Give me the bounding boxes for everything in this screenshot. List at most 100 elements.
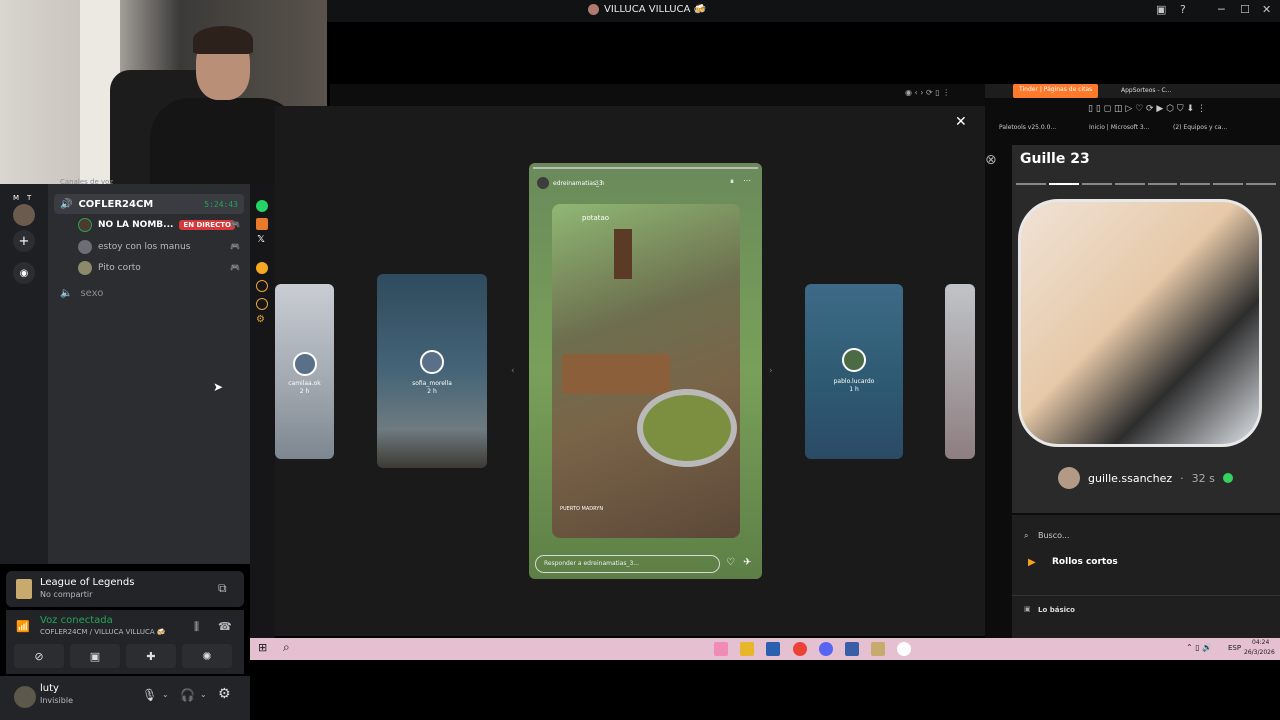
- close-icon[interactable]: ✕: [1262, 3, 1271, 16]
- send-icon[interactable]: ✈: [743, 557, 751, 568]
- member-name: Pito corto: [98, 263, 141, 273]
- prev-arrow-icon[interactable]: ‹: [511, 366, 515, 376]
- discover-icon[interactable]: ◉: [13, 262, 35, 284]
- search-icon[interactable]: ⌕: [283, 640, 290, 655]
- avatar: [78, 218, 92, 232]
- tab-tinder[interactable]: Tinder | Páginas de citas: [1013, 84, 1099, 98]
- window-icon: [588, 4, 599, 15]
- search-label: Busco...: [1038, 531, 1070, 540]
- photo-object: [562, 354, 670, 394]
- close-circle-icon[interactable]: ⊗: [985, 152, 997, 168]
- profile-user[interactable]: guille.ssanchez · 32 s: [1058, 467, 1233, 489]
- rail-letter-t: T: [27, 194, 32, 202]
- more-icon[interactable]: ⋯: [743, 176, 751, 185]
- bookmark-item[interactable]: Paletools v25.0.0...: [999, 124, 1056, 131]
- nav-controls-icon[interactable]: ◉ ‹ › ⟳ ▯ ⋮: [905, 88, 950, 97]
- story-progress-bar: [533, 167, 758, 169]
- voice-panel: 📶 Voz conectada COFLER24CM / VILLUCA VIL…: [6, 610, 244, 674]
- tab-appsorteos[interactable]: AppSorteos - C...: [1121, 87, 1171, 94]
- chevron-down-icon[interactable]: ⌄: [162, 690, 169, 699]
- system-tray-icon[interactable]: ⌃ ▯ 🔊: [1186, 643, 1212, 652]
- close-story-icon[interactable]: ✕: [955, 114, 967, 130]
- heart-icon[interactable]: ♡: [726, 557, 735, 568]
- reels-label[interactable]: Rollos cortos: [1052, 557, 1118, 567]
- section-label: Canales de voz: [60, 178, 114, 186]
- noise-icon[interactable]: ⫼: [194, 620, 199, 634]
- help-icon[interactable]: ?: [1180, 3, 1186, 16]
- voice-channel-active[interactable]: 🔊 COFLER24CM 5:24:43: [54, 194, 244, 214]
- profile-photo: [1018, 199, 1262, 447]
- clock-time[interactable]: 04:24: [1252, 639, 1269, 646]
- member-item[interactable]: Pito corto: [78, 261, 238, 275]
- music-icon[interactable]: [256, 262, 268, 274]
- app-taskbar-icon[interactable]: [845, 642, 859, 656]
- webcam-person-hair: [193, 26, 253, 54]
- bookmark-item[interactable]: (2) Equipos y ca...: [1173, 124, 1227, 131]
- pause-icon[interactable]: ⏸: [730, 177, 734, 187]
- bookmark-item[interactable]: Inicio | Microsoft 3...: [1089, 124, 1149, 131]
- story-progress: [1016, 183, 1276, 185]
- story-preview[interactable]: pablo.lucardo 1 h: [805, 284, 903, 459]
- soundboard-button[interactable]: ✺: [182, 644, 232, 668]
- channel-name: sexo: [80, 288, 104, 299]
- chevron-down-icon[interactable]: ⌄: [200, 690, 207, 699]
- settings-icon[interactable]: ⚙: [256, 314, 265, 325]
- story-time: 1 h: [849, 386, 859, 393]
- clock-date[interactable]: 26/3/2026: [1244, 649, 1275, 656]
- member-item[interactable]: NO LA NOMB... EN DIRECTO: [78, 218, 238, 232]
- history-icon[interactable]: [256, 280, 268, 292]
- signal-icon: 📶: [16, 620, 30, 633]
- windows-start-icon[interactable]: ⊞: [258, 641, 267, 654]
- reply-input[interactable]: Responder a edreinamatias_3...: [535, 555, 720, 573]
- minimize-icon[interactable]: ─: [1218, 3, 1225, 16]
- story-preview[interactable]: camilaa.ok 2 h: [275, 284, 334, 459]
- stream-icon[interactable]: ⧉: [218, 581, 227, 596]
- story-time: 2 h: [299, 388, 310, 395]
- chat-icon[interactable]: [256, 298, 268, 310]
- story-main[interactable]: edreinamatias_3 3 h ⏸ ⋯ potatao PUERTO M…: [529, 163, 762, 579]
- league-icon[interactable]: [871, 642, 885, 656]
- activity-status: No compartir: [40, 590, 93, 599]
- headphones-icon[interactable]: 🎧: [180, 688, 195, 702]
- app-taskbar-icon[interactable]: [714, 642, 728, 656]
- language-indicator[interactable]: ESP: [1228, 644, 1241, 652]
- camera-off-button[interactable]: ⊘: [14, 644, 64, 668]
- inbox-icon[interactable]: ▣: [1156, 3, 1166, 16]
- settings-gear-icon[interactable]: ⚙: [218, 686, 231, 702]
- profile-username: guille.ssanchez: [1088, 471, 1173, 485]
- rail-letter-m: M: [13, 194, 20, 202]
- x-icon[interactable]: 𝕏: [257, 234, 265, 245]
- extension-icons[interactable]: ▯ ▯ ◻ ◫ ▷ ♡ ⟳ ▶ ⬡ ⛉ ⬇ ⋮: [1088, 104, 1206, 114]
- add-server-icon[interactable]: +: [13, 230, 35, 252]
- disconnect-icon[interactable]: ☎: [218, 620, 232, 633]
- league-icon: [16, 579, 32, 599]
- voice-status: Voz conectada: [40, 615, 113, 626]
- photo-mate: [637, 389, 737, 467]
- shield-icon[interactable]: [766, 642, 780, 656]
- reels-icon: ▶: [1028, 557, 1036, 568]
- photo-object: [614, 229, 632, 279]
- activities-button[interactable]: ✚: [126, 644, 176, 668]
- whatsapp-icon[interactable]: [256, 200, 268, 212]
- folder-icon[interactable]: [740, 642, 754, 656]
- story-username: pablo.lucardo: [833, 378, 875, 385]
- app-icon[interactable]: [256, 218, 268, 230]
- chrome-icon[interactable]: [793, 642, 807, 656]
- divider: [1012, 595, 1280, 596]
- microphone-icon[interactable]: 🎙: [142, 688, 157, 702]
- maximize-icon[interactable]: ☐: [1240, 3, 1250, 16]
- next-arrow-icon[interactable]: ›: [769, 366, 773, 376]
- server-avatar[interactable]: [13, 204, 35, 226]
- story-preview[interactable]: sofia_morella 2 h: [377, 274, 487, 468]
- app-taskbar-icon[interactable]: [897, 642, 911, 656]
- story-username: sofia_morella: [412, 380, 452, 387]
- screen-share-button[interactable]: ▣: [70, 644, 120, 668]
- avatar[interactable]: [537, 177, 549, 189]
- speaker-icon: 🔊: [60, 198, 73, 210]
- discord-icon[interactable]: [819, 642, 833, 656]
- story-preview[interactable]: [945, 284, 975, 459]
- avatar[interactable]: [14, 686, 36, 708]
- profile-title: Guille 23: [1020, 151, 1090, 167]
- member-item[interactable]: estoy con los manus: [78, 240, 238, 254]
- voice-channel-sexo[interactable]: 🔈 sexo: [60, 288, 103, 299]
